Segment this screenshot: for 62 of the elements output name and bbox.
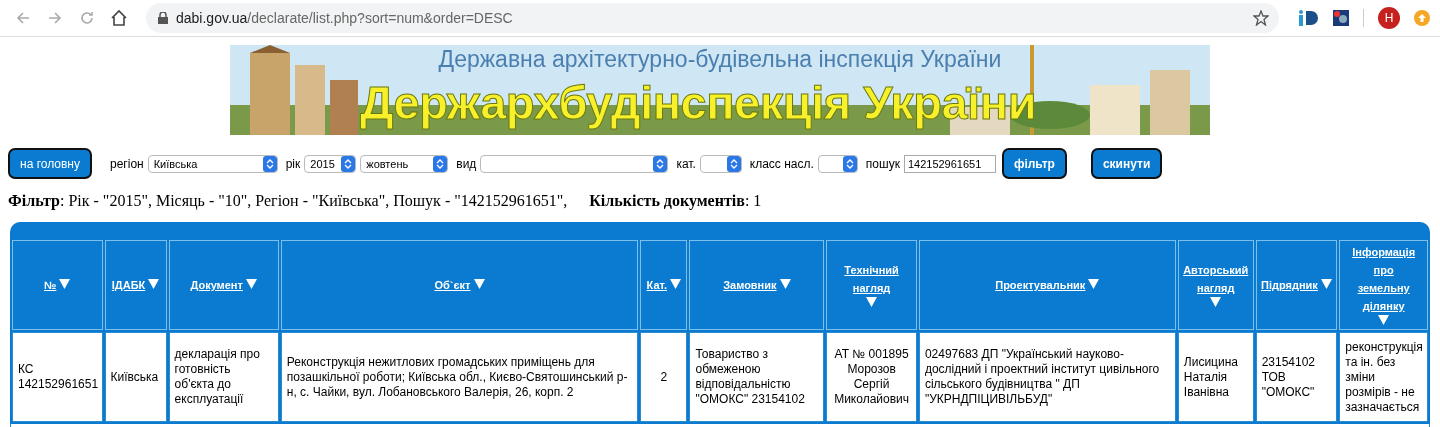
column-header-link[interactable]: Замовник: [723, 276, 777, 294]
table-cell: Київська: [104, 332, 167, 422]
sort-icon[interactable]: [245, 279, 257, 289]
filter-summary: Фільтр: Рік - "2015", Місяць - "10", Регіон - "Київська", Пошук - "142152961651",: [8, 192, 568, 210]
field-label: класс насл.: [749, 156, 814, 171]
url-text: dabi.gov.ua/declarate/list.php?sort=num&order=DESC: [176, 10, 514, 26]
star-icon[interactable]: [1253, 10, 1269, 26]
home-button[interactable]: на головну: [8, 148, 92, 179]
table-cell: 23154102 ТОВ "ОМОКС": [1255, 332, 1338, 422]
extension-icon[interactable]: [1333, 10, 1349, 26]
reset-button[interactable]: скинути: [1090, 148, 1163, 179]
sort-icon[interactable]: [1378, 315, 1390, 325]
column-header-link[interactable]: №: [44, 276, 57, 294]
column-header-link[interactable]: Кат.: [646, 276, 667, 294]
lock-icon: [158, 12, 168, 24]
sort-icon[interactable]: [779, 279, 791, 289]
column-header-link[interactable]: Підрядник: [1261, 276, 1318, 294]
dropdown[interactable]: Київська: [147, 154, 278, 173]
chevron-icon[interactable]: [436, 157, 445, 170]
table-cell: АТ № 001895 Морозов Сергій Миколайович: [826, 332, 917, 422]
column-header-link[interactable]: ІДАБК: [111, 276, 146, 294]
table-cell: декларація про готовність об'єкта до експлуатації: [168, 332, 279, 422]
dropdown[interactable]: жовтень: [360, 154, 449, 173]
address-bar[interactable]: dabi.gov.ua/declarate/list.php?sort=num&order=DESC: [146, 3, 1279, 33]
dropdown[interactable]: [480, 154, 669, 173]
field-label: кат.: [676, 156, 696, 171]
extension-icon[interactable]: [1299, 10, 1319, 26]
field-label: пошук: [865, 156, 900, 171]
search-field[interactable]: 142152961651: [903, 154, 996, 173]
sort-icon[interactable]: [1088, 279, 1100, 289]
chevron-icon[interactable]: [265, 157, 274, 170]
profile-avatar[interactable]: H: [1378, 7, 1400, 29]
sort-icon[interactable]: [59, 279, 71, 289]
sort-icon[interactable]: [1210, 297, 1222, 307]
field-label: рік: [285, 156, 301, 171]
column-header-link[interactable]: Документ: [190, 276, 243, 294]
column-header-link[interactable]: Проектувальник: [995, 276, 1086, 294]
sort-icon[interactable]: [670, 279, 682, 289]
field-label: регіон: [110, 156, 144, 171]
sort-icon[interactable]: [148, 279, 160, 289]
chevron-icon[interactable]: [656, 157, 665, 170]
dropdown[interactable]: [699, 154, 742, 173]
table-cell: КС 142152961651: [12, 332, 103, 422]
filter-button[interactable]: фільтр: [1001, 148, 1067, 179]
column-header-link[interactable]: Об`єкт: [434, 276, 471, 294]
sort-icon[interactable]: [866, 297, 878, 307]
document-count: Кількість документів: 1: [589, 192, 762, 210]
dropdown[interactable]: [817, 154, 858, 173]
chevron-icon[interactable]: [729, 157, 738, 170]
table-cell: Лисицина Наталія Іванівна: [1177, 332, 1254, 422]
dropdown[interactable]: 2015: [304, 154, 357, 173]
field-label: вид: [456, 156, 477, 171]
table-cell: реконструкція та ін. без зміни розмірів - не зазначається: [1339, 332, 1428, 422]
banner-subtitle: Державна архітектурно-будівельна інспекція України: [437, 46, 1003, 73]
sort-icon[interactable]: [473, 279, 485, 289]
table-cell: 02497683 ДП "Український науково-дослідний і проектний інститут цивільного сільського будівництва " ДП "УКРНДПІЦИВІЛЬБУД": [918, 332, 1176, 422]
chevron-icon[interactable]: [845, 157, 854, 170]
table-cell: 2: [640, 332, 688, 422]
sort-icon[interactable]: [1320, 279, 1332, 289]
table-cell: Товариство з обмеженою відповідальністю "ОМОКС" 23154102: [689, 332, 825, 422]
table-cell: Реконструкція нежитлових громадських приміщень для позашкільної роботи; Київська обл., Києво-Святошинський р-н, с. Чайки, вул. Лобановського Валерія, 26, корп. 2: [280, 332, 639, 422]
chevron-icon[interactable]: [344, 157, 353, 170]
